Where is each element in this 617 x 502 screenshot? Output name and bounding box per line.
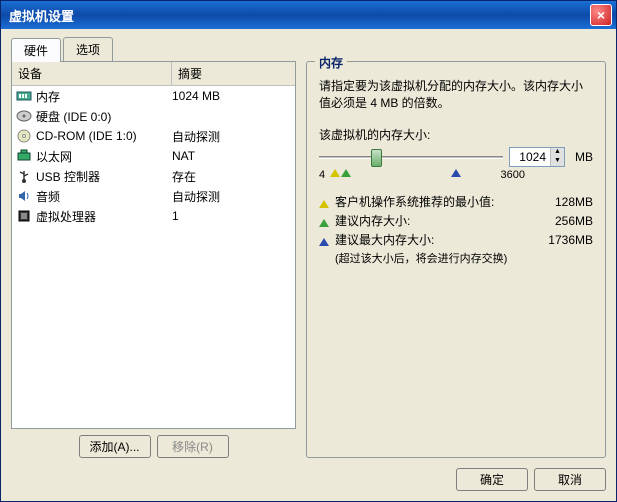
device-label: 内存 bbox=[36, 88, 172, 105]
device-row-memory[interactable]: 内存1024 MB bbox=[12, 86, 295, 106]
vcpu-icon bbox=[16, 208, 32, 224]
audio-icon bbox=[16, 188, 32, 204]
left-panel: 设备 摘要 内存1024 MB硬盘 (IDE 0:0)CD-ROM (IDE 1… bbox=[11, 61, 296, 458]
spin-down-icon[interactable]: ▼ bbox=[550, 157, 564, 166]
device-row-audio[interactable]: 音频自动探测 bbox=[12, 186, 295, 206]
device-label: 音频 bbox=[36, 188, 172, 205]
cancel-button[interactable]: 取消 bbox=[534, 468, 606, 491]
add-button[interactable]: 添加(A)... bbox=[79, 435, 151, 458]
memory-description: 请指定要为该虚拟机分配的内存大小。该内存大小值必须是 4 MB 的倍数。 bbox=[319, 78, 593, 112]
titlebar[interactable]: 虚拟机设置 × bbox=[1, 1, 616, 29]
marker-min-icon bbox=[330, 169, 340, 177]
tick-max: 3600 bbox=[501, 169, 525, 181]
marker-max-icon bbox=[451, 169, 461, 177]
slider-row: ▲ ▼ MB bbox=[319, 147, 593, 167]
recommendation-list: 客户机操作系统推荐的最小值:128MB建议内存大小:256MB建议最大内存大小:… bbox=[319, 193, 593, 266]
tab-bar: 硬件 选项 bbox=[11, 37, 606, 61]
device-label: 虚拟处理器 bbox=[36, 208, 172, 225]
device-row-hdd[interactable]: 硬盘 (IDE 0:0) bbox=[12, 106, 295, 126]
col-device-header[interactable]: 设备 bbox=[12, 62, 172, 85]
recommendation-note: (超过该大小后，将会进行内存交换) bbox=[319, 250, 593, 266]
recommendation-value: 128MB bbox=[539, 195, 593, 209]
slider-thumb-icon[interactable] bbox=[371, 149, 382, 167]
device-row-usb[interactable]: USB 控制器存在 bbox=[12, 166, 295, 186]
device-button-row: 添加(A)... 移除(R) bbox=[11, 435, 296, 458]
tick-min: 4 bbox=[319, 169, 325, 181]
memory-size-label: 该虚拟机的内存大小: bbox=[319, 126, 593, 143]
dialog-buttons: 确定 取消 bbox=[11, 468, 606, 491]
memory-icon bbox=[16, 88, 32, 104]
tick-row: 4 3600 bbox=[319, 169, 593, 183]
device-label: CD-ROM (IDE 1:0) bbox=[36, 129, 172, 143]
device-summary: 自动探测 bbox=[172, 128, 293, 145]
recommendation-row: 建议内存大小:256MB bbox=[319, 212, 593, 229]
marker-rec-icon bbox=[341, 169, 351, 177]
memory-slider[interactable] bbox=[319, 147, 503, 167]
triangle-green-icon bbox=[319, 219, 329, 227]
recommendation-value: 1736MB bbox=[539, 233, 593, 247]
usb-icon bbox=[16, 168, 32, 184]
device-list-header: 设备 摘要 bbox=[12, 62, 295, 86]
tab-hardware[interactable]: 硬件 bbox=[11, 38, 61, 62]
memory-input[interactable] bbox=[510, 150, 550, 164]
content-area: 硬件 选项 设备 摘要 内存1024 MB硬盘 (IDE 0:0)CD-ROM … bbox=[1, 29, 616, 501]
recommendation-text: 建议最大内存大小: bbox=[335, 231, 539, 248]
device-label: 以太网 bbox=[36, 148, 172, 165]
device-summary: 1 bbox=[172, 209, 293, 223]
col-summary-header[interactable]: 摘要 bbox=[172, 62, 295, 85]
vm-settings-dialog: 虚拟机设置 × 硬件 选项 设备 摘要 内存1024 MB硬盘 (IDE 0:0… bbox=[0, 0, 617, 502]
device-label: 硬盘 (IDE 0:0) bbox=[36, 108, 172, 125]
device-summary: 自动探测 bbox=[172, 188, 293, 205]
device-list: 设备 摘要 内存1024 MB硬盘 (IDE 0:0)CD-ROM (IDE 1… bbox=[11, 61, 296, 429]
recommendation-text: 建议内存大小: bbox=[335, 212, 539, 229]
memory-spinbox[interactable]: ▲ ▼ bbox=[509, 147, 565, 167]
device-summary: 存在 bbox=[172, 168, 293, 185]
cdrom-icon bbox=[16, 128, 32, 144]
recommendation-text: 客户机操作系统推荐的最小值: bbox=[335, 193, 539, 210]
device-row-cdrom[interactable]: CD-ROM (IDE 1:0)自动探测 bbox=[12, 126, 295, 146]
recommendation-value: 256MB bbox=[539, 214, 593, 228]
triangle-yellow-icon bbox=[319, 200, 329, 208]
device-summary: 1024 MB bbox=[172, 89, 293, 103]
device-summary: NAT bbox=[172, 149, 293, 163]
tab-options[interactable]: 选项 bbox=[63, 37, 113, 61]
spin-up-icon[interactable]: ▲ bbox=[550, 148, 564, 157]
device-row-vcpu[interactable]: 虚拟处理器1 bbox=[12, 206, 295, 226]
hdd-icon bbox=[16, 108, 32, 124]
device-label: USB 控制器 bbox=[36, 168, 172, 185]
triangle-blue-icon bbox=[319, 238, 329, 246]
eth-icon bbox=[16, 148, 32, 164]
ok-button[interactable]: 确定 bbox=[456, 468, 528, 491]
memory-unit: MB bbox=[575, 150, 593, 164]
close-icon[interactable]: × bbox=[590, 4, 612, 26]
remove-button: 移除(R) bbox=[157, 435, 229, 458]
body-area: 设备 摘要 内存1024 MB硬盘 (IDE 0:0)CD-ROM (IDE 1… bbox=[11, 61, 606, 458]
recommendation-row: 建议最大内存大小:1736MB bbox=[319, 231, 593, 248]
recommendation-row: 客户机操作系统推荐的最小值:128MB bbox=[319, 193, 593, 210]
device-row-eth[interactable]: 以太网NAT bbox=[12, 146, 295, 166]
title-text: 虚拟机设置 bbox=[5, 6, 74, 25]
memory-panel: 内存 请指定要为该虚拟机分配的内存大小。该内存大小值必须是 4 MB 的倍数。 … bbox=[306, 61, 606, 458]
